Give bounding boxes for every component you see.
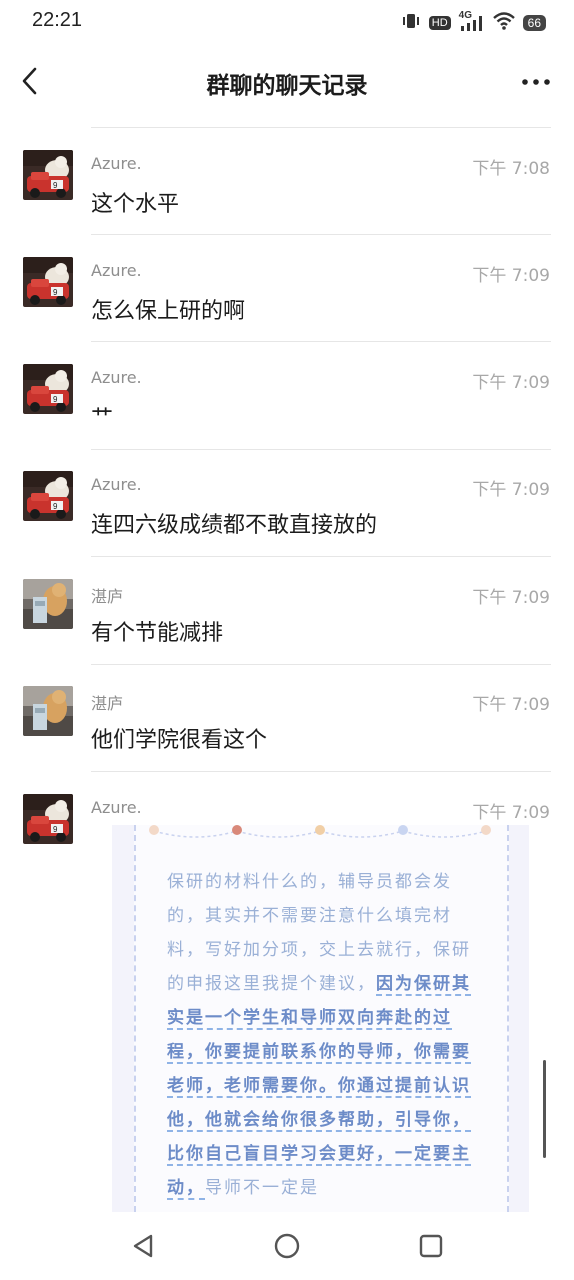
home-circle-icon[interactable] bbox=[273, 1232, 301, 1260]
navigation-bar bbox=[0, 1212, 574, 1280]
message-text: 这个水平 bbox=[91, 192, 180, 217]
message-item: 湛庐 下午 7:09 有个节能减排 bbox=[0, 579, 574, 663]
more-options-icon[interactable] bbox=[520, 70, 552, 94]
status-icons: HD 4G 66 bbox=[401, 10, 546, 34]
sender-name: Azure. bbox=[91, 475, 142, 494]
avatar[interactable] bbox=[23, 150, 73, 200]
avatar[interactable] bbox=[23, 471, 73, 521]
page-title: 群聊的聊天记录 bbox=[206, 73, 368, 99]
message-item: Azure. 下午 7:08 这个水平 bbox=[0, 150, 574, 234]
message-time: 下午 7:09 bbox=[472, 480, 550, 500]
status-time: 22:21 bbox=[32, 9, 83, 31]
hd-badge: HD bbox=[428, 16, 451, 30]
sender-name: Azure. bbox=[91, 154, 142, 173]
message-item: Azure. 下午 7:09 怎么保上研的啊 bbox=[0, 257, 574, 341]
message-item: Azure. 下午 7:09 艹 bbox=[0, 364, 574, 448]
avatar[interactable] bbox=[23, 364, 73, 414]
divider bbox=[91, 556, 551, 557]
wifi-icon bbox=[492, 12, 515, 34]
divider bbox=[91, 127, 551, 128]
avatar[interactable] bbox=[23, 794, 73, 844]
message-time: 下午 7:09 bbox=[472, 266, 550, 286]
header: 群聊的聊天记录 bbox=[0, 44, 574, 118]
message-time: 下午 7:09 bbox=[472, 373, 550, 393]
sender-name: 湛庐 bbox=[91, 587, 124, 606]
message-item: 湛庐 下午 7:09 他们学院很看这个 bbox=[0, 686, 574, 770]
divider bbox=[91, 664, 551, 665]
divider bbox=[91, 341, 551, 342]
divider bbox=[91, 449, 551, 450]
message-text: 艹 bbox=[91, 406, 114, 431]
message-time: 下午 7:09 bbox=[472, 695, 550, 715]
vibrate-icon bbox=[401, 13, 421, 33]
avatar[interactable] bbox=[23, 257, 73, 307]
sender-name: Azure. bbox=[91, 261, 142, 280]
avatar[interactable] bbox=[23, 686, 73, 736]
image-text-highlight: 因为保研其实是一个学生和导师双向奔赴的过程，你要提前联系你的导师，你需要老师，老… bbox=[167, 974, 471, 1200]
recents-square-icon[interactable] bbox=[417, 1232, 445, 1260]
divider bbox=[91, 234, 551, 235]
message-text: 他们学院很看这个 bbox=[91, 728, 268, 753]
decorative-dots bbox=[149, 825, 491, 838]
message-item: Azure. 下午 7:09 bbox=[0, 794, 574, 844]
sender-name: 湛庐 bbox=[91, 694, 124, 713]
sender-name: Azure. bbox=[91, 368, 142, 387]
avatar[interactable] bbox=[23, 579, 73, 629]
message-image[interactable]: 保研的材料什么的，辅导员都会发的，其实并不需要注意什么填完材料，写好加分项，交上… bbox=[112, 825, 529, 1212]
sender-name: Azure. bbox=[91, 798, 142, 817]
signal-icon: 4G bbox=[459, 10, 485, 32]
back-triangle-icon[interactable] bbox=[130, 1232, 158, 1260]
message-text: 连四六级成绩都不敢直接放的 bbox=[91, 513, 378, 538]
message-item: Azure. 下午 7:09 连四六级成绩都不敢直接放的 bbox=[0, 471, 574, 555]
message-text: 有个节能减排 bbox=[91, 621, 224, 646]
message-time: 下午 7:09 bbox=[472, 588, 550, 608]
divider bbox=[91, 771, 551, 772]
message-time: 下午 7:08 bbox=[472, 159, 550, 179]
message-text: 怎么保上研的啊 bbox=[91, 299, 246, 324]
image-text: 保研的材料什么的，辅导员都会发的，其实并不需要注意什么填完材料，写好加分项，交上… bbox=[167, 865, 477, 1205]
scrollbar[interactable] bbox=[543, 1060, 546, 1158]
status-bar: 22:21 HD 4G 66 bbox=[0, 0, 574, 44]
message-time: 下午 7:09 bbox=[472, 803, 550, 823]
battery-indicator: 66 bbox=[522, 15, 546, 31]
image-text-tail: 导师不一定是 bbox=[205, 1178, 319, 1198]
